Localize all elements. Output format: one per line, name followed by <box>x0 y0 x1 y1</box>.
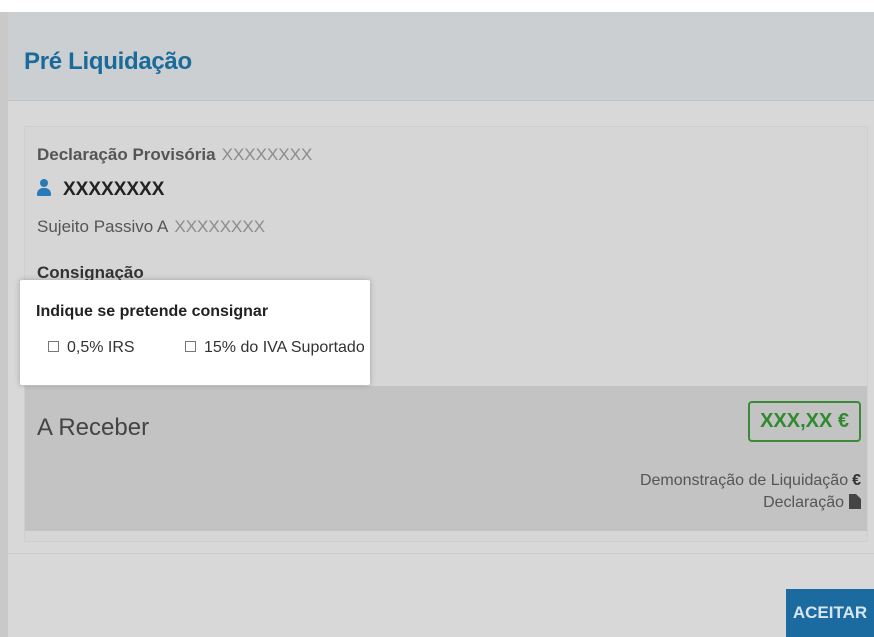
top-strip <box>0 0 874 12</box>
declaracao-link[interactable]: Declaração <box>763 494 861 512</box>
declaracao-label: Declaração Provisória <box>37 145 216 164</box>
consignacao-question: Indique se pretende consignar <box>36 303 269 320</box>
sujeito-passivo-row: Sujeito Passivo A XXXXXXXX <box>37 217 265 237</box>
a-receber-box: A Receber XXX,XX € Demonstração de Liqui… <box>25 386 867 531</box>
sujeito-passivo-label: Sujeito Passivo A <box>37 217 169 236</box>
option-iva[interactable]: 15% do IVA Suportado <box>185 339 365 357</box>
aceitar-button[interactable]: ACEITAR <box>786 589 874 637</box>
irs-checkbox[interactable] <box>48 341 59 352</box>
a-receber-label: A Receber <box>37 414 150 441</box>
sujeito-passivo-value: XXXXXXXX <box>174 217 266 236</box>
option-irs[interactable]: 0,5% IRS <box>48 339 135 357</box>
declaracao-link-label: Declaração <box>763 494 844 511</box>
euro-icon: € <box>852 472 861 489</box>
demonstracao-liquidacao-label: Demonstração de Liquidação <box>639 472 849 489</box>
file-icon <box>849 494 861 509</box>
consignacao-options-card: Indique se pretende consignar 0,5% IRS 1… <box>20 280 370 385</box>
user-icon <box>37 179 51 197</box>
iva-checkbox[interactable] <box>185 341 196 352</box>
iva-label: 15% do IVA Suportado <box>204 339 365 356</box>
declaracao-value: XXXXXXXX <box>221 145 313 164</box>
footer-divider <box>8 553 874 554</box>
modal-header: Pré Liquidação <box>8 12 874 101</box>
modal-title: Pré Liquidação <box>24 48 192 75</box>
irs-label: 0,5% IRS <box>67 339 135 356</box>
declaracao-row: Declaração Provisória XXXXXXXX <box>37 145 312 165</box>
user-name: XXXXXXXX <box>63 179 165 200</box>
user-row: XXXXXXXX <box>37 179 164 201</box>
demonstracao-liquidacao-link[interactable]: Demonstração de Liquidação € <box>640 472 861 490</box>
amount-badge: XXX,XX € <box>748 401 861 442</box>
